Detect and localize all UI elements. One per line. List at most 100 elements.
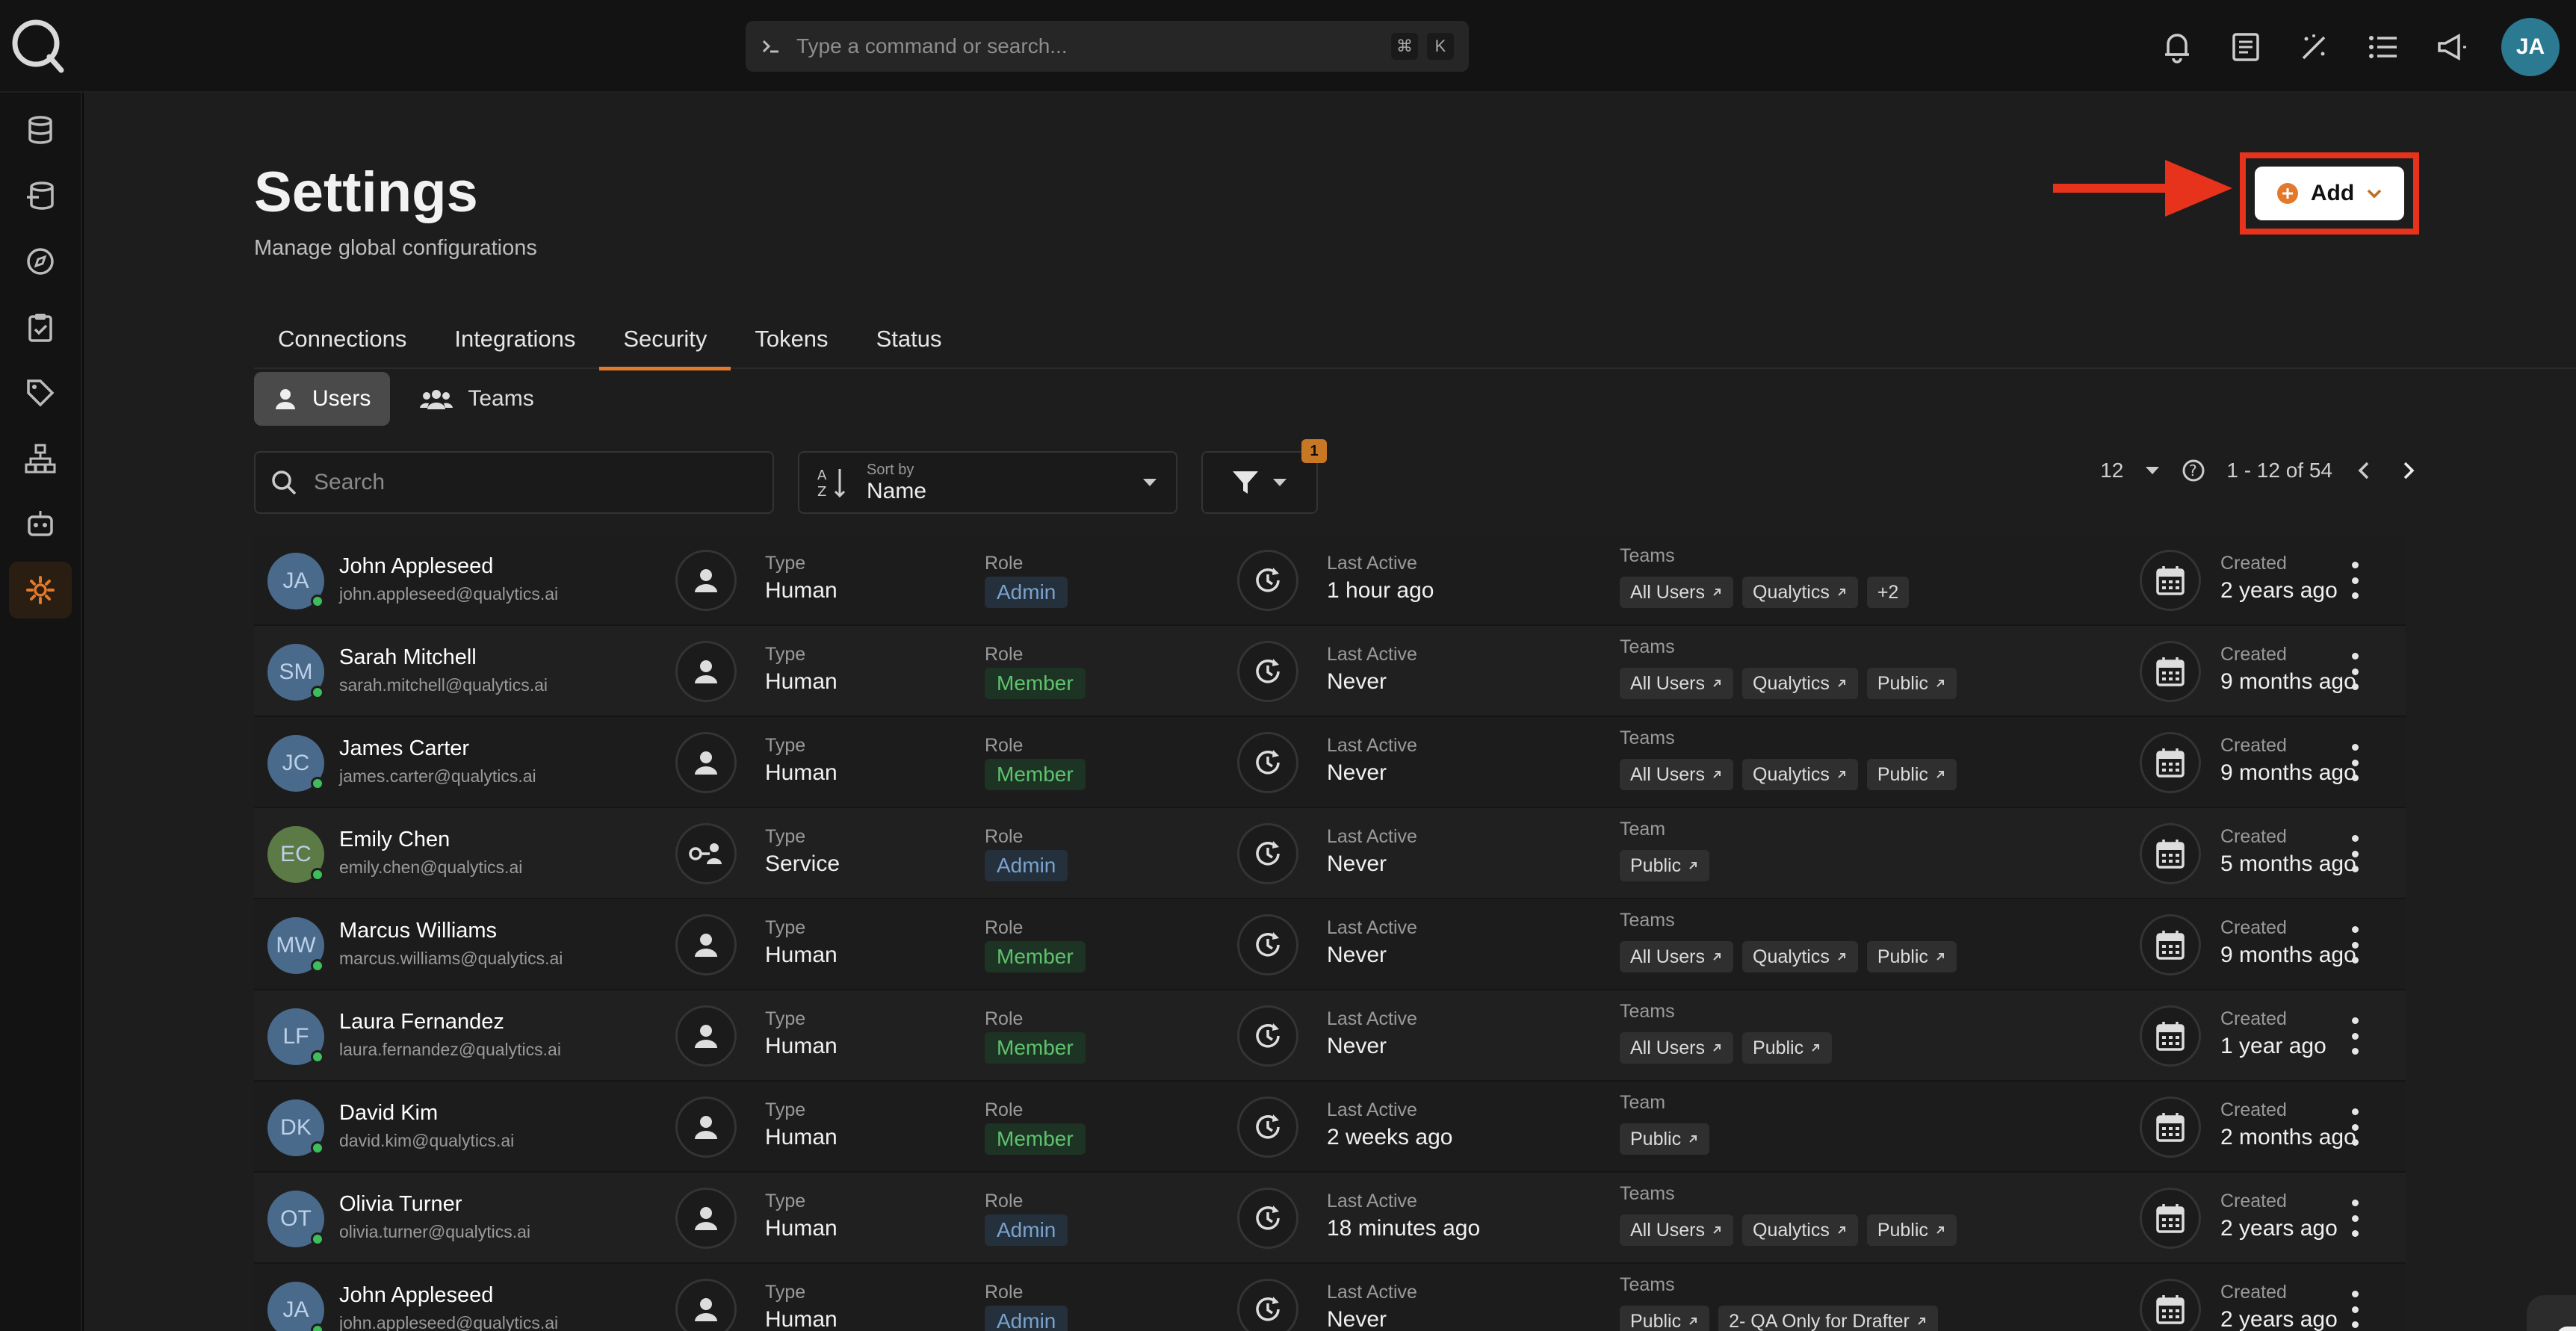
- sidebar-item-checks[interactable]: [9, 299, 72, 356]
- document-icon[interactable]: [2226, 28, 2265, 66]
- team-chip[interactable]: All Users: [1620, 668, 1734, 699]
- team-chip-label: All Users: [1630, 763, 1706, 785]
- sort-dropdown[interactable]: AZ Sort by Name: [798, 451, 1177, 514]
- type-value: Human: [765, 1034, 837, 1058]
- subtab-teams[interactable]: Teams: [400, 372, 553, 426]
- list-icon[interactable]: [2364, 28, 2403, 66]
- sidebar-item-agents[interactable]: [9, 496, 72, 553]
- table-row[interactable]: JC James Carter james.carter@qualytics.a…: [254, 717, 2406, 808]
- team-chip[interactable]: Public: [1866, 759, 1957, 790]
- database-icon: [28, 116, 52, 144]
- qualytics-logo[interactable]: [7, 15, 67, 75]
- row-menu-icon[interactable]: [2346, 562, 2364, 599]
- team-chip[interactable]: Qualytics: [1742, 1214, 1858, 1246]
- history-clock-icon: [1237, 1096, 1298, 1158]
- table-row[interactable]: MW Marcus Williams marcus.williams@qualy…: [254, 899, 2406, 990]
- history-clock-icon: [1237, 1279, 1298, 1331]
- external-link-icon: [1836, 946, 1848, 968]
- search-input[interactable]: Search: [254, 451, 774, 514]
- tab-status[interactable]: Status: [852, 309, 966, 369]
- add-button[interactable]: Add: [2255, 167, 2404, 220]
- assistant-bot-button[interactable]: [2527, 1295, 2576, 1331]
- online-status-dot: [311, 1232, 324, 1246]
- calendar-icon: [2140, 1005, 2201, 1067]
- person-icon: [675, 550, 737, 611]
- team-chip[interactable]: Public: [1620, 850, 1710, 881]
- external-link-icon: [1809, 1037, 1821, 1059]
- sidebar-item-tags[interactable]: [9, 364, 72, 421]
- sidebar-item-explore[interactable]: [9, 233, 72, 290]
- magic-wand-icon[interactable]: [2295, 28, 2334, 66]
- subtab-users[interactable]: Users: [254, 372, 391, 426]
- row-menu-icon[interactable]: [2346, 1108, 2364, 1146]
- bell-icon[interactable]: [2158, 28, 2196, 66]
- team-chip[interactable]: Public: [1866, 668, 1957, 699]
- team-chip[interactable]: All Users: [1620, 1032, 1734, 1064]
- team-chip[interactable]: All Users: [1620, 577, 1734, 608]
- team-chip[interactable]: Public: [1866, 1214, 1957, 1246]
- team-chip[interactable]: Qualytics: [1742, 668, 1858, 699]
- last-active-label: Last Active: [1327, 553, 1417, 574]
- chevron-right-icon[interactable]: [2397, 459, 2419, 482]
- table-row[interactable]: DK David Kim david.kim@qualytics.ai Type…: [254, 1082, 2406, 1173]
- sidebar-item-enrichment[interactable]: [9, 167, 72, 224]
- team-chip[interactable]: Qualytics: [1742, 577, 1858, 608]
- team-chip[interactable]: All Users: [1620, 759, 1734, 790]
- row-menu-icon[interactable]: [2346, 653, 2364, 690]
- table-row[interactable]: OT Olivia Turner olivia.turner@qualytics…: [254, 1173, 2406, 1264]
- row-menu-icon[interactable]: [2346, 1017, 2364, 1055]
- row-menu-icon[interactable]: [2346, 926, 2364, 964]
- more-teams-chip[interactable]: +2: [1866, 577, 1910, 608]
- team-chips: All Users Qualytics Public: [1620, 1214, 1957, 1246]
- external-link-icon: [1916, 1311, 1928, 1331]
- chevron-left-icon[interactable]: [2353, 459, 2376, 482]
- tab-tokens[interactable]: Tokens: [731, 309, 852, 369]
- team-chip[interactable]: Public: [1620, 1306, 1710, 1331]
- tab-security[interactable]: Security: [599, 309, 731, 370]
- tab-connections[interactable]: Connections: [254, 309, 430, 369]
- team-chip[interactable]: Public: [1742, 1032, 1833, 1064]
- last-active-value: Never: [1327, 851, 1387, 876]
- type-value: Human: [765, 1216, 837, 1241]
- user-email: olivia.turner@qualytics.ai: [339, 1222, 531, 1241]
- user-name: Olivia Turner: [339, 1192, 462, 1216]
- table-row[interactable]: EC Emily Chen emily.chen@qualytics.ai Ty…: [254, 808, 2406, 899]
- external-link-icon: [1934, 946, 1946, 968]
- team-chip[interactable]: All Users: [1620, 941, 1734, 972]
- team-chip[interactable]: Public: [1866, 941, 1957, 972]
- page-size-select[interactable]: 12: [2100, 459, 2123, 483]
- top-icons: JA: [2158, 18, 2560, 76]
- help-circle-icon[interactable]: ?: [2182, 459, 2205, 483]
- user-avatar[interactable]: JA: [2501, 18, 2560, 76]
- row-menu-icon[interactable]: [2346, 1200, 2364, 1237]
- caret-down-icon[interactable]: [2144, 465, 2161, 476]
- last-active-value: Never: [1327, 943, 1387, 967]
- table-row[interactable]: JA John Appleseed john.appleseed@qualyti…: [254, 1264, 2406, 1331]
- filter-count-badge: 1: [1301, 439, 1327, 463]
- robot-icon: [2558, 1327, 2576, 1331]
- calendar-icon: [2140, 1096, 2201, 1158]
- row-menu-icon[interactable]: [2346, 835, 2364, 872]
- team-chip[interactable]: Qualytics: [1742, 759, 1858, 790]
- row-menu-icon[interactable]: [2346, 744, 2364, 781]
- team-chip[interactable]: 2- QA Only for Drafter: [1718, 1306, 1938, 1331]
- table-row[interactable]: LF Laura Fernandez laura.fernandez@qualy…: [254, 990, 2406, 1082]
- filter-button[interactable]: [1201, 451, 1318, 514]
- team-chip[interactable]: Public: [1620, 1123, 1710, 1155]
- team-chip[interactable]: Qualytics: [1742, 941, 1858, 972]
- table-row[interactable]: JA John Appleseed john.appleseed@qualyti…: [254, 535, 2406, 626]
- tab-integrations[interactable]: Integrations: [430, 309, 599, 369]
- sidebar-item-datastores[interactable]: [9, 102, 72, 158]
- table-row[interactable]: SM Sarah Mitchell sarah.mitchell@qualyti…: [254, 626, 2406, 717]
- command-search-bar[interactable]: Type a command or search... ⌘ K: [746, 21, 1469, 72]
- team-chip-label: Public: [1877, 946, 1928, 967]
- team-chip[interactable]: All Users: [1620, 1214, 1734, 1246]
- sidebar-item-settings[interactable]: [9, 562, 72, 618]
- page-subtitle: Manage global configurations: [254, 236, 537, 260]
- megaphone-icon[interactable]: [2433, 28, 2471, 66]
- main-content: Settings Manage global configurations Ad…: [84, 93, 2576, 1331]
- sidebar-item-flows[interactable]: [9, 430, 72, 487]
- robot-icon: [28, 511, 53, 536]
- row-menu-icon[interactable]: [2346, 1291, 2364, 1328]
- avatar: JA: [267, 1282, 324, 1331]
